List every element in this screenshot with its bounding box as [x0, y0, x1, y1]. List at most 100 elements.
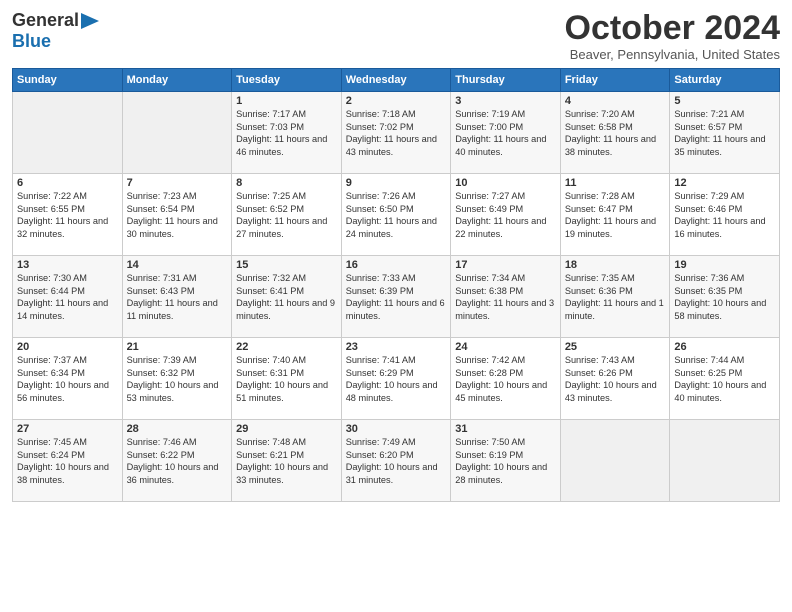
month-title: October 2024: [565, 10, 780, 47]
day-cell: 8Sunrise: 7:25 AM Sunset: 6:52 PM Daylig…: [232, 174, 342, 256]
logo-general: General: [12, 10, 79, 31]
day-cell: 31Sunrise: 7:50 AM Sunset: 6:19 PM Dayli…: [451, 420, 561, 502]
day-info: Sunrise: 7:45 AM Sunset: 6:24 PM Dayligh…: [17, 436, 118, 486]
day-info: Sunrise: 7:21 AM Sunset: 6:57 PM Dayligh…: [674, 108, 775, 158]
weekday-header-saturday: Saturday: [670, 69, 780, 92]
day-info: Sunrise: 7:28 AM Sunset: 6:47 PM Dayligh…: [565, 190, 666, 240]
day-info: Sunrise: 7:40 AM Sunset: 6:31 PM Dayligh…: [236, 354, 337, 404]
weekday-header-row: SundayMondayTuesdayWednesdayThursdayFrid…: [13, 69, 780, 92]
day-cell: 16Sunrise: 7:33 AM Sunset: 6:39 PM Dayli…: [341, 256, 451, 338]
day-info: Sunrise: 7:17 AM Sunset: 7:03 PM Dayligh…: [236, 108, 337, 158]
weekday-header-tuesday: Tuesday: [232, 69, 342, 92]
day-cell: 1Sunrise: 7:17 AM Sunset: 7:03 PM Daylig…: [232, 92, 342, 174]
day-cell: 2Sunrise: 7:18 AM Sunset: 7:02 PM Daylig…: [341, 92, 451, 174]
day-info: Sunrise: 7:26 AM Sunset: 6:50 PM Dayligh…: [346, 190, 447, 240]
day-number: 6: [17, 177, 118, 189]
day-cell: 29Sunrise: 7:48 AM Sunset: 6:21 PM Dayli…: [232, 420, 342, 502]
day-number: 17: [455, 259, 556, 271]
day-number: 1: [236, 95, 337, 107]
day-cell: 28Sunrise: 7:46 AM Sunset: 6:22 PM Dayli…: [122, 420, 232, 502]
day-number: 9: [346, 177, 447, 189]
day-info: Sunrise: 7:22 AM Sunset: 6:55 PM Dayligh…: [17, 190, 118, 240]
day-cell: 23Sunrise: 7:41 AM Sunset: 6:29 PM Dayli…: [341, 338, 451, 420]
day-cell: [670, 420, 780, 502]
day-number: 28: [127, 423, 228, 435]
page-header: General Blue October 2024 Beaver, Pennsy…: [12, 10, 780, 62]
day-number: 25: [565, 341, 666, 353]
day-info: Sunrise: 7:44 AM Sunset: 6:25 PM Dayligh…: [674, 354, 775, 404]
day-cell: 6Sunrise: 7:22 AM Sunset: 6:55 PM Daylig…: [13, 174, 123, 256]
week-row-5: 27Sunrise: 7:45 AM Sunset: 6:24 PM Dayli…: [13, 420, 780, 502]
day-cell: 21Sunrise: 7:39 AM Sunset: 6:32 PM Dayli…: [122, 338, 232, 420]
day-number: 3: [455, 95, 556, 107]
day-info: Sunrise: 7:49 AM Sunset: 6:20 PM Dayligh…: [346, 436, 447, 486]
day-cell: 22Sunrise: 7:40 AM Sunset: 6:31 PM Dayli…: [232, 338, 342, 420]
title-block: October 2024 Beaver, Pennsylvania, Unite…: [565, 10, 780, 62]
day-number: 16: [346, 259, 447, 271]
day-info: Sunrise: 7:39 AM Sunset: 6:32 PM Dayligh…: [127, 354, 228, 404]
day-number: 20: [17, 341, 118, 353]
day-info: Sunrise: 7:27 AM Sunset: 6:49 PM Dayligh…: [455, 190, 556, 240]
day-cell: 9Sunrise: 7:26 AM Sunset: 6:50 PM Daylig…: [341, 174, 451, 256]
day-cell: 5Sunrise: 7:21 AM Sunset: 6:57 PM Daylig…: [670, 92, 780, 174]
day-number: 30: [346, 423, 447, 435]
day-number: 14: [127, 259, 228, 271]
day-cell: 30Sunrise: 7:49 AM Sunset: 6:20 PM Dayli…: [341, 420, 451, 502]
day-number: 4: [565, 95, 666, 107]
day-number: 8: [236, 177, 337, 189]
day-info: Sunrise: 7:46 AM Sunset: 6:22 PM Dayligh…: [127, 436, 228, 486]
day-number: 2: [346, 95, 447, 107]
day-cell: 27Sunrise: 7:45 AM Sunset: 6:24 PM Dayli…: [13, 420, 123, 502]
day-info: Sunrise: 7:19 AM Sunset: 7:00 PM Dayligh…: [455, 108, 556, 158]
page-container: General Blue October 2024 Beaver, Pennsy…: [0, 0, 792, 510]
week-row-4: 20Sunrise: 7:37 AM Sunset: 6:34 PM Dayli…: [13, 338, 780, 420]
day-number: 7: [127, 177, 228, 189]
weekday-header-friday: Friday: [560, 69, 670, 92]
week-row-3: 13Sunrise: 7:30 AM Sunset: 6:44 PM Dayli…: [13, 256, 780, 338]
day-cell: 3Sunrise: 7:19 AM Sunset: 7:00 PM Daylig…: [451, 92, 561, 174]
weekday-header-wednesday: Wednesday: [341, 69, 451, 92]
week-row-1: 1Sunrise: 7:17 AM Sunset: 7:03 PM Daylig…: [13, 92, 780, 174]
logo-line1: General: [12, 10, 99, 31]
day-number: 12: [674, 177, 775, 189]
day-cell: 26Sunrise: 7:44 AM Sunset: 6:25 PM Dayli…: [670, 338, 780, 420]
day-number: 29: [236, 423, 337, 435]
logo: General Blue: [12, 10, 99, 52]
day-cell: 7Sunrise: 7:23 AM Sunset: 6:54 PM Daylig…: [122, 174, 232, 256]
day-number: 24: [455, 341, 556, 353]
day-cell: 15Sunrise: 7:32 AM Sunset: 6:41 PM Dayli…: [232, 256, 342, 338]
day-cell: 14Sunrise: 7:31 AM Sunset: 6:43 PM Dayli…: [122, 256, 232, 338]
day-info: Sunrise: 7:35 AM Sunset: 6:36 PM Dayligh…: [565, 272, 666, 322]
logo-blue: Blue: [12, 31, 51, 51]
day-number: 19: [674, 259, 775, 271]
day-info: Sunrise: 7:31 AM Sunset: 6:43 PM Dayligh…: [127, 272, 228, 322]
day-info: Sunrise: 7:48 AM Sunset: 6:21 PM Dayligh…: [236, 436, 337, 486]
day-info: Sunrise: 7:32 AM Sunset: 6:41 PM Dayligh…: [236, 272, 337, 322]
day-cell: 4Sunrise: 7:20 AM Sunset: 6:58 PM Daylig…: [560, 92, 670, 174]
day-number: 15: [236, 259, 337, 271]
day-cell: 13Sunrise: 7:30 AM Sunset: 6:44 PM Dayli…: [13, 256, 123, 338]
day-number: 27: [17, 423, 118, 435]
logo-arrow-icon: [81, 13, 99, 29]
day-info: Sunrise: 7:20 AM Sunset: 6:58 PM Dayligh…: [565, 108, 666, 158]
day-cell: 12Sunrise: 7:29 AM Sunset: 6:46 PM Dayli…: [670, 174, 780, 256]
day-cell: 17Sunrise: 7:34 AM Sunset: 6:38 PM Dayli…: [451, 256, 561, 338]
day-cell: 24Sunrise: 7:42 AM Sunset: 6:28 PM Dayli…: [451, 338, 561, 420]
day-number: 23: [346, 341, 447, 353]
day-cell: [122, 92, 232, 174]
weekday-header-sunday: Sunday: [13, 69, 123, 92]
day-cell: 10Sunrise: 7:27 AM Sunset: 6:49 PM Dayli…: [451, 174, 561, 256]
day-info: Sunrise: 7:33 AM Sunset: 6:39 PM Dayligh…: [346, 272, 447, 322]
day-number: 21: [127, 341, 228, 353]
day-number: 5: [674, 95, 775, 107]
weekday-header-monday: Monday: [122, 69, 232, 92]
day-number: 13: [17, 259, 118, 271]
day-number: 11: [565, 177, 666, 189]
week-row-2: 6Sunrise: 7:22 AM Sunset: 6:55 PM Daylig…: [13, 174, 780, 256]
day-cell: [13, 92, 123, 174]
day-cell: 20Sunrise: 7:37 AM Sunset: 6:34 PM Dayli…: [13, 338, 123, 420]
day-number: 10: [455, 177, 556, 189]
day-info: Sunrise: 7:50 AM Sunset: 6:19 PM Dayligh…: [455, 436, 556, 486]
day-info: Sunrise: 7:23 AM Sunset: 6:54 PM Dayligh…: [127, 190, 228, 240]
day-number: 18: [565, 259, 666, 271]
